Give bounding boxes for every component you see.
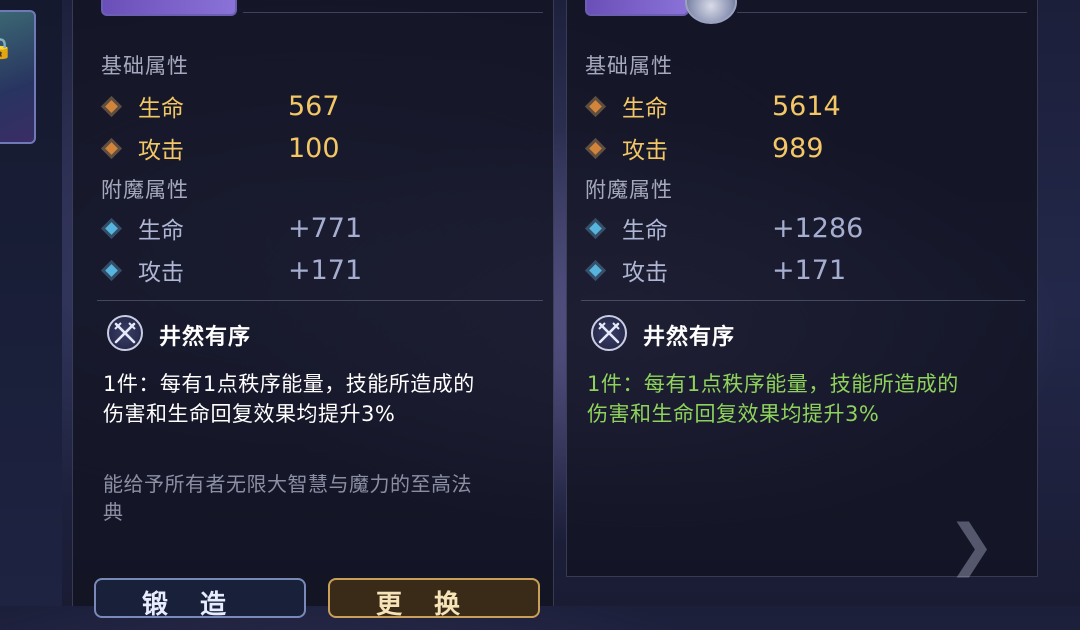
stat-row-atk: 攻击 989 bbox=[585, 132, 824, 164]
stat-name: 攻击 bbox=[622, 260, 668, 286]
stat-row-atk: 攻击 100 bbox=[101, 132, 340, 164]
crossed-swords-icon bbox=[591, 315, 627, 351]
lock-icon: 🔒 bbox=[0, 36, 13, 60]
stat-value: 567 bbox=[288, 90, 340, 122]
stat-value: +1286 bbox=[772, 212, 864, 244]
stat-value: 100 bbox=[288, 132, 340, 164]
stat-row-hp: 生命 567 bbox=[101, 90, 340, 122]
header-line bbox=[737, 12, 1027, 13]
flavor-text-line1: 能给予所有者无限大智慧与魔力的至高法 bbox=[103, 472, 472, 496]
stat-name: 生命 bbox=[622, 218, 668, 244]
enchant-row-hp: 生命 +1286 bbox=[585, 212, 864, 244]
stat-name: 生命 bbox=[138, 218, 184, 244]
stat-row-hp: 生命 5614 bbox=[585, 90, 841, 122]
set-effect-line1: 1件：每有1点秩序能量，技能所造成的 bbox=[103, 372, 475, 396]
gem-orb-icon bbox=[685, 0, 737, 24]
enchant-row-atk: 攻击 +171 bbox=[585, 254, 847, 286]
chevron-right-icon[interactable]: ❯ bbox=[948, 518, 1018, 574]
set-name: 井然有序 bbox=[159, 325, 252, 350]
divider bbox=[581, 300, 1025, 301]
diamond-icon bbox=[105, 263, 118, 277]
set-effect-line1: 1件：每有1点秩序能量，技能所造成的 bbox=[587, 372, 959, 396]
diamond-icon bbox=[589, 141, 602, 155]
stat-value: 5614 bbox=[772, 90, 841, 122]
base-attributes-title: 基础属性 bbox=[101, 54, 189, 78]
upgrade-button[interactable]: 锻造 bbox=[94, 578, 306, 620]
stat-name: 生命 bbox=[138, 96, 184, 122]
stat-name: 攻击 bbox=[138, 138, 184, 164]
base-attributes-title: 基础属性 bbox=[585, 54, 673, 78]
title-banner bbox=[585, 0, 689, 16]
enchant-row-hp: 生命 +771 bbox=[101, 212, 363, 244]
set-effect-line2: 伤害和生命回复效果均提升3% bbox=[587, 402, 880, 426]
enchant-attributes-title: 附魔属性 bbox=[585, 178, 673, 202]
diamond-icon bbox=[589, 263, 602, 277]
divider bbox=[97, 300, 543, 301]
stat-value: +771 bbox=[288, 212, 363, 244]
diamond-icon bbox=[105, 221, 118, 235]
crossed-swords-icon bbox=[107, 315, 143, 351]
enchant-attributes-title: 附魔属性 bbox=[101, 178, 189, 202]
stat-name: 攻击 bbox=[138, 260, 184, 286]
stat-name: 攻击 bbox=[622, 138, 668, 164]
diamond-icon bbox=[589, 221, 602, 235]
header-line bbox=[243, 12, 543, 13]
set-name: 井然有序 bbox=[643, 325, 736, 350]
diamond-icon bbox=[589, 99, 602, 113]
stat-name: 生命 bbox=[622, 96, 668, 122]
enchant-row-atk: 攻击 +171 bbox=[101, 254, 363, 286]
stat-value: 989 bbox=[772, 132, 824, 164]
replace-button[interactable]: 更换 bbox=[328, 578, 540, 620]
compare-equipment-panel: 基础属性 生命 5614 攻击 989 附魔属性 生命 +1286 攻击 +17… bbox=[566, 0, 1038, 577]
set-effect-line2: 伤害和生命回复效果均提升3% bbox=[103, 402, 396, 426]
flavor-text-line2: 典 bbox=[103, 500, 124, 524]
diamond-icon bbox=[105, 141, 118, 155]
equipment-thumbnail[interactable]: 🔒 bbox=[0, 10, 36, 144]
title-banner bbox=[101, 0, 237, 16]
diamond-icon bbox=[105, 99, 118, 113]
stat-value: +171 bbox=[772, 254, 847, 286]
stat-value: +171 bbox=[288, 254, 363, 286]
current-equipment-panel: 基础属性 生命 567 攻击 100 附魔属性 生命 +771 攻击 +171 … bbox=[72, 0, 554, 606]
